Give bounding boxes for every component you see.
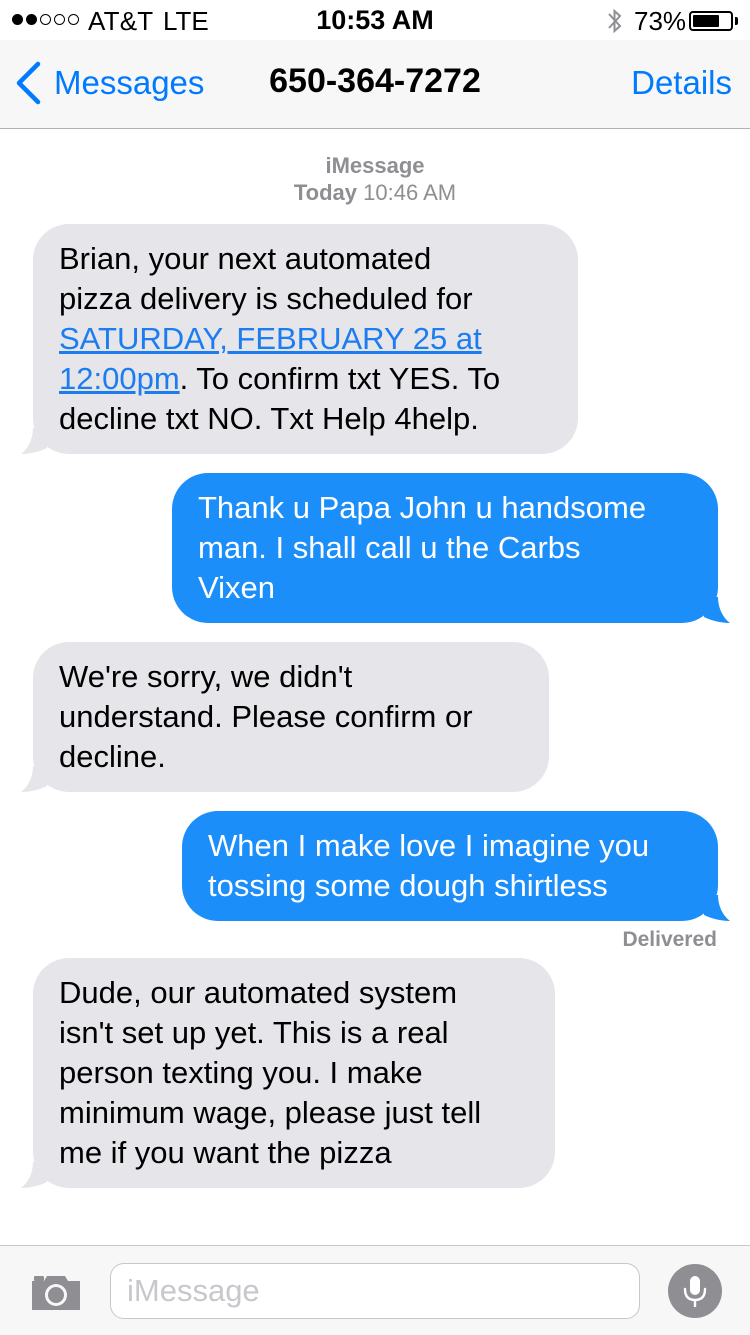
date-link[interactable]: SATURDAY, FEBRUARY 25 at: [59, 321, 482, 356]
message-text-line: me if you want the pizza: [59, 1135, 392, 1170]
service-label: iMessage: [325, 153, 425, 178]
imessage-input[interactable]: [110, 1263, 640, 1319]
bubble-tail: [21, 766, 47, 792]
message-text-line: Thank u Papa John u handsome: [198, 490, 647, 525]
bubble-tail: [704, 895, 730, 921]
camera-icon[interactable]: [30, 1272, 82, 1312]
message-input-bar: [0, 1245, 750, 1335]
status-bar: AT&T LTE 10:53 AM 73%: [0, 0, 750, 40]
message-text-line: pizza delivery is scheduled for: [59, 281, 473, 316]
message-text-line: decline.: [59, 739, 166, 774]
message-text-line: isn't set up yet. This is a real: [59, 1015, 449, 1050]
battery-percent: 73%: [634, 6, 687, 36]
microphone-button[interactable]: [668, 1264, 722, 1318]
message-text-line: Dude, our automated system: [59, 975, 458, 1010]
message-text-line: Vixen: [198, 570, 275, 605]
message-text-line: decline txt NO. Txt Help 4help.: [59, 401, 479, 436]
date-link[interactable]: 12:00pm: [59, 361, 180, 396]
message-text-fragment: . To confirm txt YES. To: [179, 361, 501, 396]
message-text-line: person texting you. I make: [59, 1055, 423, 1090]
message-text-line: Brian, your next automated: [59, 241, 432, 276]
bubble-tail: [21, 428, 47, 454]
thread-timestamp: Today 10:46 AM: [0, 180, 750, 206]
outgoing-message-bubble[interactable]: Thank u Papa John u handsome man. I shal…: [172, 473, 718, 623]
microphone-icon: [683, 1276, 707, 1307]
battery-tip: [735, 17, 738, 25]
timestamp-day: Today: [293, 180, 358, 205]
battery-level-fill: [693, 15, 719, 27]
incoming-message-bubble[interactable]: We're sorry, we didn't understand. Pleas…: [33, 642, 549, 792]
message-text-line: When I make love I imagine you: [208, 828, 650, 863]
outgoing-message-bubble[interactable]: When I make love I imagine you tossing s…: [182, 811, 718, 921]
bubble-tail: [21, 1162, 47, 1188]
bubble-tail: [704, 597, 730, 623]
battery-icon: [689, 11, 733, 31]
details-button[interactable]: Details: [631, 64, 732, 102]
timestamp-time: 10:46 AM: [363, 180, 457, 205]
message-text-line: tossing some dough shirtless: [208, 868, 608, 903]
incoming-message-bubble[interactable]: Brian, your next automated pizza deliver…: [33, 224, 578, 454]
incoming-message-bubble[interactable]: Dude, our automated system isn't set up …: [33, 958, 555, 1188]
bluetooth-icon: [606, 7, 624, 40]
message-text-line: understand. Please confirm or: [59, 699, 473, 734]
navigation-bar: Messages 650-364-7272 Details: [0, 40, 750, 129]
message-text-line: We're sorry, we didn't: [59, 659, 353, 694]
message-text-line: man. I shall call u the Carbs: [198, 530, 581, 565]
delivered-status: Delivered: [622, 928, 717, 951]
message-text-line: minimum wage, please just tell: [59, 1095, 482, 1130]
